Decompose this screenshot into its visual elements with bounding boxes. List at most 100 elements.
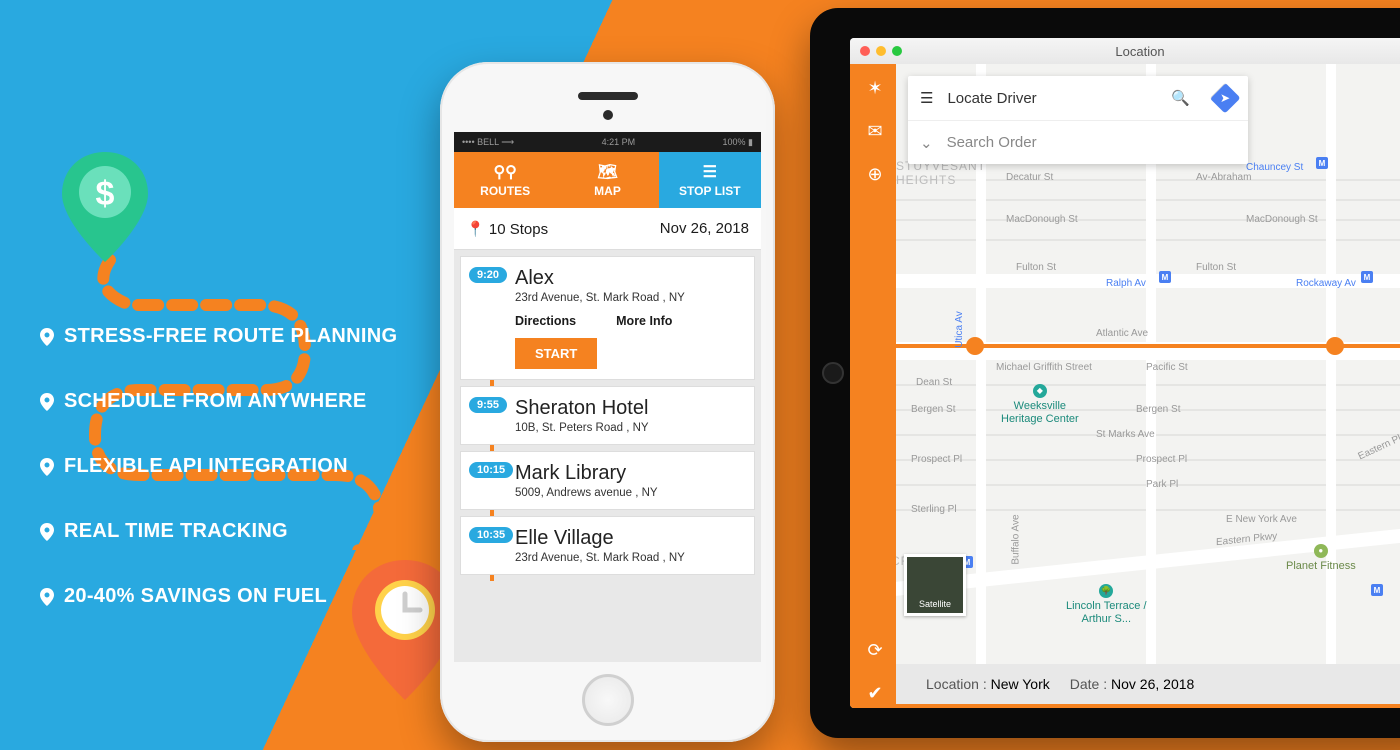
road-label: Av-Abraham [1196, 172, 1251, 183]
feature-item: 20-40% SAVINGS ON FUEL [40, 585, 397, 608]
feature-text: REAL TIME TRACKING [64, 520, 288, 543]
feature-item: SCHEDULE FROM ANYWHERE [40, 390, 397, 413]
close-icon[interactable] [860, 46, 870, 56]
metro-icon: M [1361, 271, 1373, 283]
check-icon[interactable]: ✔ [867, 683, 882, 704]
poi-icon: 🌳 [1099, 584, 1113, 598]
star-icon[interactable]: ✶ [867, 78, 882, 99]
status-right: 100% ▮ [723, 137, 753, 148]
road-label: Rockaway Av [1296, 278, 1356, 289]
road-label: Fulton St [1016, 262, 1056, 273]
tab-label: ROUTES [480, 184, 530, 198]
feature-text: 20-40% SAVINGS ON FUEL [64, 585, 327, 608]
tab-label: MAP [594, 184, 621, 198]
stop-time: 9:20 [469, 267, 507, 283]
stop-card[interactable]: 9:55 Sheraton Hotel 10B, St. Peters Road… [460, 386, 755, 445]
road-label: E New York Ave [1226, 514, 1297, 525]
status-bar: •••• BELL ⟶ 4:21 PM 100% ▮ [454, 132, 761, 152]
stop-address: 5009, Andrews avenue , NY [515, 487, 742, 499]
search-order-input[interactable]: Search Order [947, 134, 1236, 151]
feature-list: STRESS-FREE ROUTE PLANNING SCHEDULE FROM… [40, 325, 397, 650]
tab-map[interactable]: 🗺 MAP [556, 152, 658, 208]
road-label: Bergen St [911, 404, 955, 415]
pin-icon [40, 328, 54, 346]
sidebar: ✶ ✉ ⊕ ⟳ ✔ [854, 64, 896, 704]
phone-speaker [578, 92, 638, 100]
map-search-panel: ☰ Locate Driver 🔍 ➤ ⌄ Search Order [908, 76, 1248, 164]
road-label: MacDonough St [1006, 214, 1078, 225]
road-label: Bergen St [1136, 404, 1180, 415]
add-icon[interactable]: ⊕ [867, 164, 882, 185]
app-window: Location ✶ ✉ ⊕ ⟳ ✔ ☰ Locate Driver 🔍 ➤ [850, 38, 1400, 708]
poi-icon: ● [1314, 544, 1328, 558]
metro-icon: M [1159, 271, 1171, 283]
stops-count: 📍 10 Stops [466, 220, 548, 238]
poi-label: 🌳 Lincoln Terrace / Arthur S... [1066, 584, 1147, 625]
stops-summary: 📍 10 Stops Nov 26, 2018 [454, 208, 761, 250]
route-stop-dot[interactable] [1326, 337, 1344, 355]
date-value: Nov 26, 2018 [1111, 676, 1194, 692]
map-content: ☰ Locate Driver 🔍 ➤ ⌄ Search Order [896, 64, 1400, 704]
stop-name: Sheraton Hotel [515, 397, 742, 420]
location-label: Location : [926, 676, 987, 692]
minimize-icon[interactable] [876, 46, 886, 56]
status-time: 4:21 PM [602, 137, 636, 147]
phone-screen: •••• BELL ⟶ 4:21 PM 100% ▮ ⚲⚲ ROUTES 🗺 M… [454, 132, 761, 662]
routes-icon: ⚲⚲ [493, 162, 516, 182]
search-input[interactable]: Locate Driver [947, 90, 1157, 107]
window-titlebar: Location [850, 38, 1400, 64]
stop-list[interactable]: 9:20 Alex 23rd Avenue, St. Mark Road , N… [454, 250, 761, 581]
date-label: Date : [1070, 676, 1107, 692]
play-icon[interactable]: ⟳ [867, 640, 882, 661]
satellite-toggle[interactable]: Satellite [904, 554, 966, 616]
window-title: Location [1115, 44, 1164, 59]
feature-text: FLEXIBLE API INTEGRATION [64, 455, 348, 478]
road-label: MacDonough St [1246, 214, 1318, 225]
pin-icon [40, 458, 54, 476]
mail-icon[interactable]: ✉ [867, 121, 882, 142]
stop-card[interactable]: 10:35 Elle Village 23rd Avenue, St. Mark… [460, 516, 755, 575]
maximize-icon[interactable] [892, 46, 902, 56]
road-label: Buffalo Ave [1011, 514, 1022, 564]
status-footer: Location : New York Date : Nov 26, 2018 [896, 664, 1400, 704]
stop-address: 10B, St. Peters Road , NY [515, 422, 742, 434]
feature-text: STRESS-FREE ROUTE PLANNING [64, 325, 397, 348]
tab-bar: ⚲⚲ ROUTES 🗺 MAP ☰ STOP LIST [454, 152, 761, 208]
road-label: St Marks Ave [1096, 429, 1155, 440]
poi-label: ● Planet Fitness [1286, 544, 1356, 573]
start-button[interactable]: START [515, 338, 597, 369]
stop-name: Mark Library [515, 462, 742, 485]
stop-address: 23rd Avenue, St. Mark Road , NY [515, 552, 742, 564]
pin-icon [40, 523, 54, 541]
directions-icon[interactable]: ➤ [1209, 82, 1240, 113]
app-body: ✶ ✉ ⊕ ⟳ ✔ ☰ Locate Driver 🔍 ➤ ⌄ [850, 64, 1400, 708]
road-label: Michael Griffith Street [996, 362, 1092, 373]
chevron-down-icon[interactable]: ⌄ [920, 134, 933, 152]
stop-card[interactable]: 9:20 Alex 23rd Avenue, St. Mark Road , N… [460, 256, 755, 380]
metro-icon: M [1316, 157, 1328, 169]
search-icon[interactable]: 🔍 [1171, 89, 1190, 107]
road-label: Park Pl [1146, 479, 1178, 490]
stop-name: Elle Village [515, 527, 742, 550]
more-info-link[interactable]: More Info [616, 314, 672, 328]
directions-link[interactable]: Directions [515, 314, 576, 328]
phone-device: •••• BELL ⟶ 4:21 PM 100% ▮ ⚲⚲ ROUTES 🗺 M… [440, 62, 775, 742]
road-label: Dean St [916, 377, 952, 388]
road-label: Chauncey St [1246, 162, 1303, 173]
tablet-device: Location ✶ ✉ ⊕ ⟳ ✔ ☰ Locate Driver 🔍 ➤ [810, 8, 1400, 738]
location-value: New York [991, 676, 1050, 692]
road-label: Pacific St [1146, 362, 1188, 373]
phone-home-button[interactable] [582, 674, 634, 726]
route-stop-dot[interactable] [966, 337, 984, 355]
tablet-home-button[interactable] [822, 362, 844, 384]
road-label: Sterling Pl [911, 504, 957, 515]
stop-name: Alex [515, 267, 742, 290]
road-label: Eastern Pkwy [1357, 427, 1400, 463]
tab-routes[interactable]: ⚲⚲ ROUTES [454, 152, 556, 208]
stop-card[interactable]: 10:15 Mark Library 5009, Andrews avenue … [460, 451, 755, 510]
tab-stoplist[interactable]: ☰ STOP LIST [659, 152, 761, 208]
menu-icon[interactable]: ☰ [920, 89, 933, 107]
stops-date: Nov 26, 2018 [660, 220, 749, 237]
road-label: Ralph Av [1106, 278, 1146, 289]
road-label: Utica Av [954, 311, 965, 348]
